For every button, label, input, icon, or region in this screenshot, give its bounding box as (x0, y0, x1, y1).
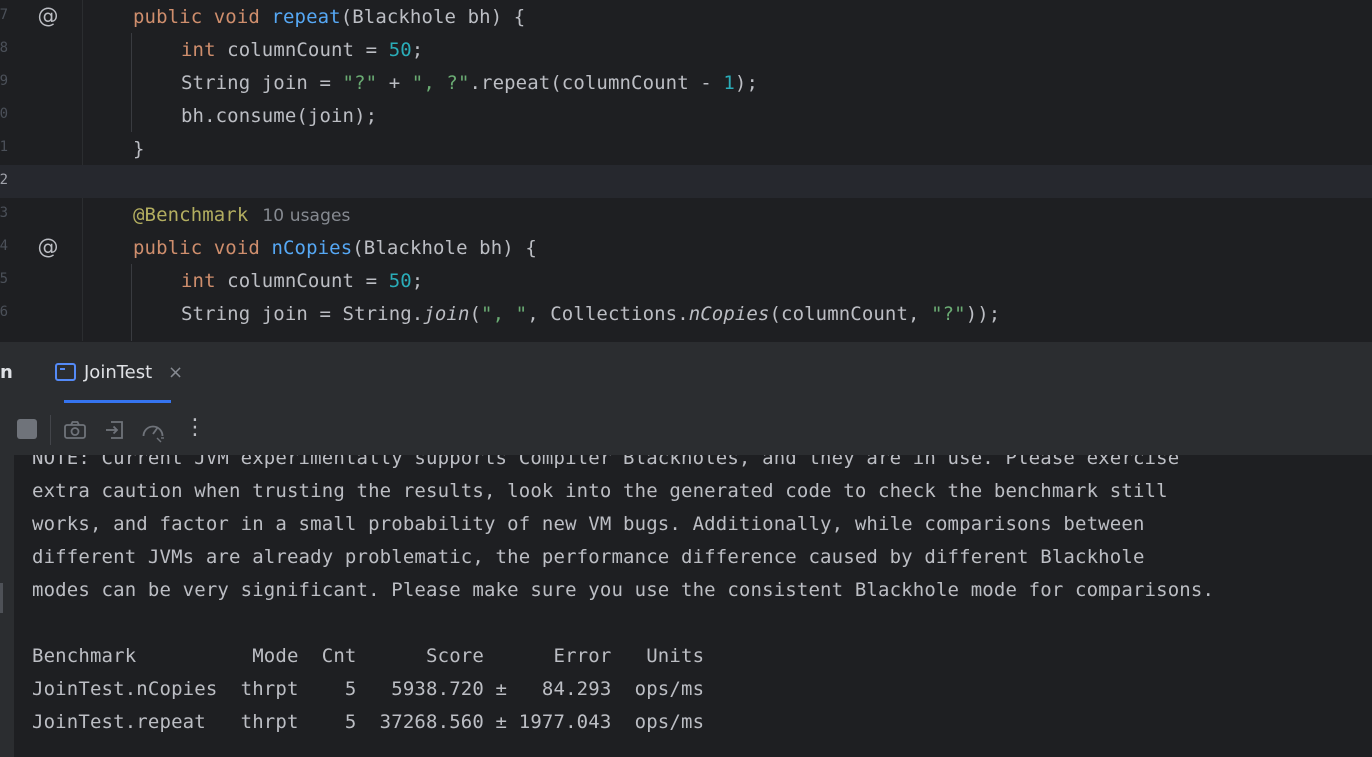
code-line[interactable]: 7 @ public void repeat(Blackhole bh) { (0, 0, 1372, 33)
benchmark-table-header: Benchmark Mode Cnt Score Error Units (32, 645, 705, 667)
code-editor[interactable]: 7 @ public void repeat(Blackhole bh) { 8… (0, 0, 1372, 341)
code-text: int columnCount = 50; (181, 270, 424, 292)
annotation: @Benchmark (133, 204, 249, 226)
stop-icon (17, 419, 37, 439)
run-config-icon (55, 363, 76, 381)
current-code-line[interactable]: 2 (0, 165, 1372, 198)
line-number: 2 (0, 172, 8, 188)
console-scroll-marker (0, 583, 3, 613)
console-line: different JVMs are already problematic, … (32, 546, 1145, 568)
line-number: 0 (0, 106, 8, 122)
line-number: 6 (0, 304, 8, 320)
profiler-button[interactable] (140, 417, 166, 443)
tab-label: JoinTest (84, 362, 153, 383)
console-line: modes can be very significant. Please ma… (32, 579, 1215, 601)
code-line[interactable]: 4 @ public void nCopies(Blackhole bh) { (0, 231, 1372, 264)
console-output[interactable]: NOTE: Current JVM experimentally support… (0, 455, 1372, 757)
run-tool-window-tabbar: n JoinTest × (0, 341, 1372, 403)
line-number: 8 (0, 40, 8, 56)
camera-icon (64, 421, 86, 439)
close-icon[interactable]: × (168, 362, 183, 383)
stop-button[interactable] (15, 417, 41, 443)
line-number: 7 (0, 7, 8, 23)
tab-jointest[interactable]: JoinTest (55, 342, 171, 404)
dump-threads-button[interactable] (62, 417, 88, 443)
console-line: extra caution when trusting the results,… (32, 480, 1168, 502)
code-text: String join = String.join(", ", Collecti… (181, 303, 1001, 325)
code-line[interactable]: 3 @Benchmark 10 usages (0, 198, 1372, 231)
speedometer-icon (142, 425, 164, 443)
benchmark-result-row: JoinTest.nCopies thrpt 5 5938.720 ± 84.2… (32, 678, 705, 700)
overrides-method-icon[interactable]: @ (36, 235, 60, 259)
run-toolbar: ⋮ (0, 403, 1372, 455)
code-text: String join = "?" + ", ?".repeat(columnC… (181, 72, 758, 94)
exit-button[interactable] (102, 417, 128, 443)
code-line[interactable]: 6 String join = String.join(", ", Collec… (0, 297, 1372, 330)
code-line[interactable]: 1 } (0, 132, 1372, 165)
toolbar-separator (50, 415, 51, 445)
line-number: 4 (0, 238, 8, 254)
console-line: NOTE: Current JVM experimentally support… (32, 455, 1180, 469)
line-number: 1 (0, 139, 8, 155)
more-vertical-icon: ⋮ (184, 415, 206, 440)
exit-icon (106, 421, 123, 439)
code-text: int columnCount = 50; (181, 39, 424, 61)
line-number: 3 (0, 205, 8, 221)
benchmark-result-row: JoinTest.repeat thrpt 5 37268.560 ± 1977… (32, 711, 705, 733)
more-options-button[interactable]: ⋮ (180, 415, 206, 443)
line-number: 5 (0, 271, 8, 287)
code-line[interactable]: 0 bh.consume(join); (0, 99, 1372, 132)
code-text: public void repeat(Blackhole bh) { (133, 6, 526, 28)
overrides-method-icon[interactable]: @ (36, 4, 60, 28)
code-text: @Benchmark 10 usages (133, 202, 350, 229)
code-text: public void nCopies(Blackhole bh) { (133, 237, 537, 259)
code-text: } (133, 138, 145, 160)
tool-window-title: n (0, 362, 13, 383)
code-text: bh.consume(join); (181, 105, 378, 127)
code-line[interactable]: 9 String join = "?" + ", ?".repeat(colum… (0, 66, 1372, 99)
code-line[interactable]: 5 int columnCount = 50; (0, 264, 1372, 297)
code-line[interactable]: 8 int columnCount = 50; (0, 33, 1372, 66)
line-number: 9 (0, 73, 8, 89)
console-line: works, and factor in a small probability… (32, 513, 1145, 535)
usages-hint[interactable]: 10 usages (262, 206, 350, 226)
